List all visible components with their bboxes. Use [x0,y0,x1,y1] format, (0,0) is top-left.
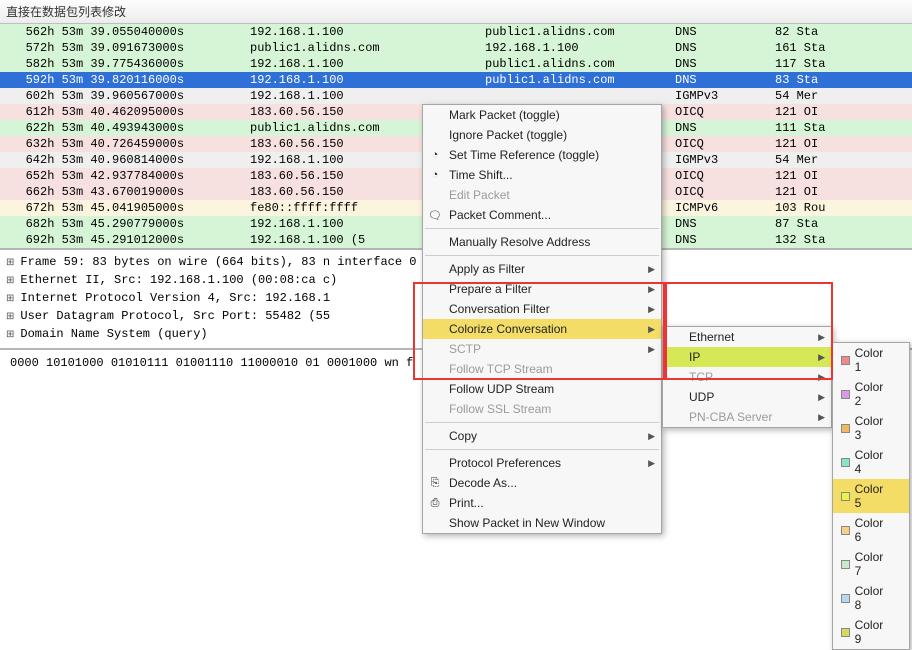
submenu-ethernet[interactable]: Ethernet▶ [663,327,831,347]
menu-follow-ssl: Follow SSL Stream [423,399,661,419]
chevron-right-icon: ▶ [648,344,655,355]
menu-conversation-filter[interactable]: Conversation Filter▶ [423,299,661,319]
color-option-8[interactable]: Color 8 [833,581,909,615]
menu-print[interactable]: ⎙Print... [423,493,661,513]
menu-decode-as[interactable]: ⎘Decode As... [423,473,661,493]
menu-follow-udp[interactable]: Follow UDP Stream [423,379,661,399]
clock-icon: ◔ [428,169,442,181]
submenu-tcp: TCP▶ [663,367,831,387]
chevron-right-icon: ▶ [818,392,825,403]
menu-edit-packet: Edit Packet [423,185,661,205]
chevron-right-icon: ▶ [818,332,825,343]
chevron-right-icon: ▶ [648,284,655,295]
menu-ignore-packet[interactable]: Ignore Packet (toggle) [423,125,661,145]
window-title: 直接在数据包列表修改 [0,0,912,24]
color-option-2[interactable]: Color 2 [833,377,909,411]
chevron-right-icon: ▶ [818,412,825,423]
chevron-right-icon: ▶ [648,324,655,335]
chevron-right-icon: ▶ [648,304,655,315]
menu-colorize-conversation[interactable]: Colorize Conversation▶ [423,319,661,339]
chevron-right-icon: ▶ [648,264,655,275]
menu-mark-packet[interactable]: Mark Packet (toggle) [423,105,661,125]
color-submenu: Color 1Color 2Color 3Color 4Color 5Color… [832,342,910,650]
print-icon: ⎙ [428,497,442,510]
menu-packet-comment[interactable]: 🗨Packet Comment... [423,205,661,225]
color-option-5[interactable]: Color 5 [833,479,909,513]
chevron-right-icon: ▶ [818,352,825,363]
packet-row[interactable]: 56 2h 53m 39.055040000s192.168.1.100publ… [0,24,912,40]
packet-row[interactable]: 57 2h 53m 39.091673000spublic1.alidns.co… [0,40,912,56]
packet-row[interactable]: 60 2h 53m 39.960567000s192.168.1.100IGMP… [0,88,912,104]
menu-sctp: SCTP▶ [423,339,661,359]
clock-icon: ◔ [428,149,442,161]
menu-protocol-preferences[interactable]: Protocol Preferences▶ [423,453,661,473]
menu-apply-filter[interactable]: Apply as Filter▶ [423,259,661,279]
color-option-3[interactable]: Color 3 [833,411,909,445]
packet-row[interactable]: 59 2h 53m 39.820116000s192.168.1.100publ… [0,72,912,88]
color-option-1[interactable]: Color 1 [833,343,909,377]
menu-set-time-reference[interactable]: ◔Set Time Reference (toggle) [423,145,661,165]
color-option-6[interactable]: Color 6 [833,513,909,547]
decode-icon: ⎘ [428,477,442,490]
menu-follow-tcp: Follow TCP Stream [423,359,661,379]
menu-time-shift[interactable]: ◔Time Shift... [423,165,661,185]
color-option-4[interactable]: Color 4 [833,445,909,479]
submenu-pncba: PN-CBA Server▶ [663,407,831,427]
color-option-9[interactable]: Color 9 [833,615,909,649]
chevron-right-icon: ▶ [648,458,655,469]
submenu-udp[interactable]: UDP▶ [663,387,831,407]
color-option-7[interactable]: Color 7 [833,547,909,581]
menu-resolve-address[interactable]: Manually Resolve Address [423,232,661,252]
menu-prepare-filter[interactable]: Prepare a Filter▶ [423,279,661,299]
submenu-ip[interactable]: IP▶ [663,347,831,367]
colorize-submenu: Ethernet▶ IP▶ TCP▶ UDP▶ PN-CBA Server▶ [662,326,832,428]
chevron-right-icon: ▶ [818,372,825,383]
menu-copy[interactable]: Copy▶ [423,426,661,446]
context-menu: Mark Packet (toggle) Ignore Packet (togg… [422,104,662,534]
packet-row[interactable]: 58 2h 53m 39.775436000s192.168.1.100publ… [0,56,912,72]
chevron-right-icon: ▶ [648,431,655,442]
comment-icon: 🗨 [428,209,442,222]
menu-show-packet-window[interactable]: Show Packet in New Window [423,513,661,533]
